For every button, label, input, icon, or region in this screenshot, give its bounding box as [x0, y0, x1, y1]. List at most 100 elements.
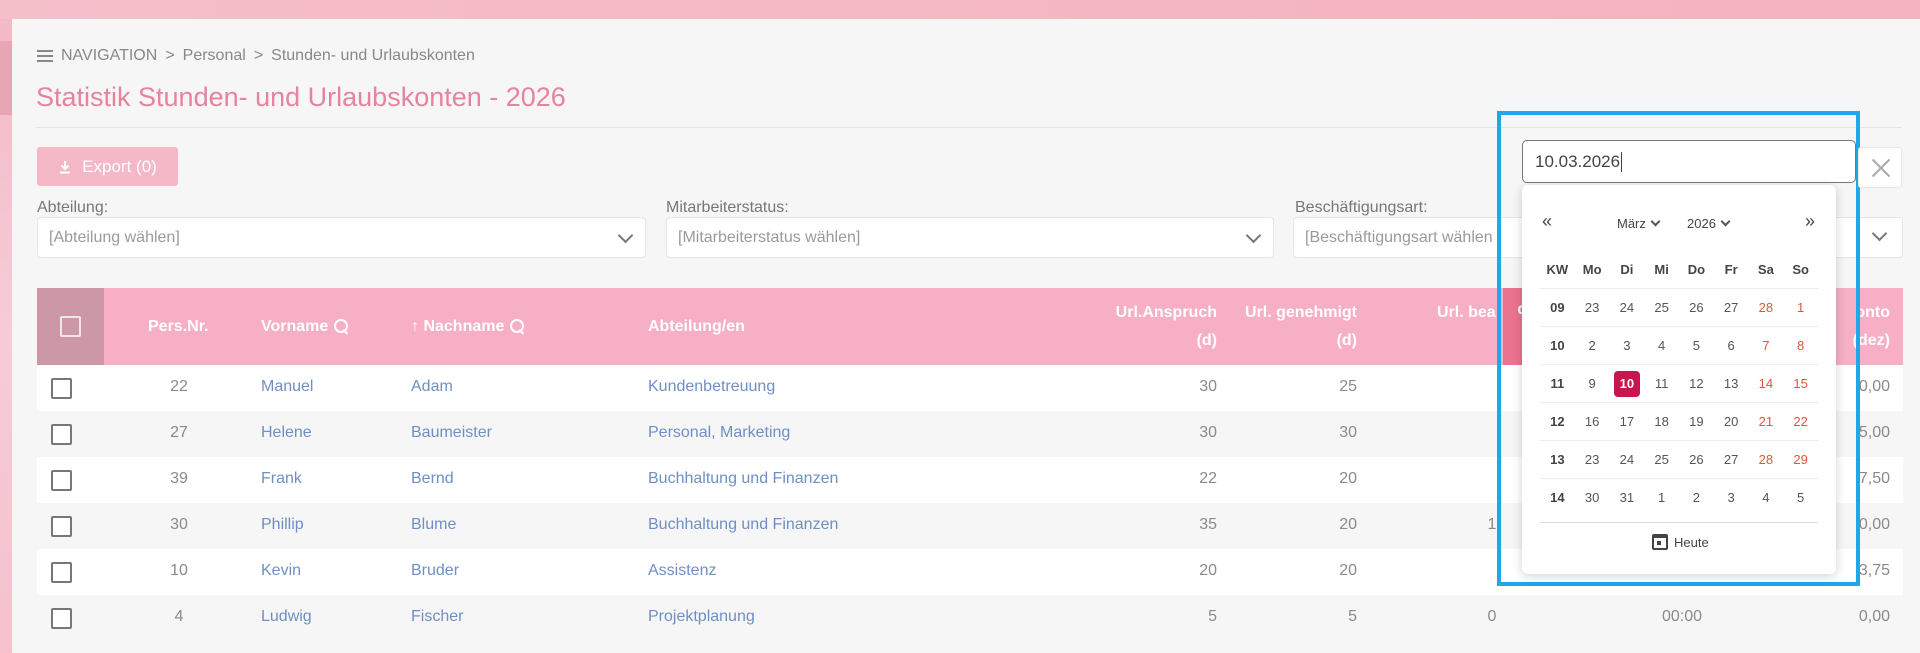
calendar-day[interactable]: 7: [1749, 338, 1784, 353]
select-all-checkbox[interactable]: [60, 316, 81, 337]
calendar-day[interactable]: 26: [1679, 452, 1714, 467]
calendar-day[interactable]: 5: [1679, 338, 1714, 353]
calendar-day[interactable]: 27: [1714, 452, 1749, 467]
calendar-day[interactable]: 3: [1714, 490, 1749, 505]
calendar-day[interactable]: 24: [1610, 300, 1645, 315]
cell-nachname[interactable]: Baumeister: [411, 424, 492, 442]
cell-url-genehmigt: 20: [1339, 516, 1357, 533]
calendar-day[interactable]: 14: [1749, 376, 1784, 391]
calendar-day[interactable]: 20: [1714, 414, 1749, 429]
header-abteilung[interactable]: Abteilung/en: [648, 288, 745, 365]
calendar-day[interactable]: 27: [1714, 300, 1749, 315]
header-nachname[interactable]: ↑ Nachname: [411, 288, 525, 365]
calendar-day[interactable]: 11: [1644, 376, 1679, 391]
weekday-label: Di: [1620, 261, 1634, 277]
cell-vorname[interactable]: Kevin: [261, 562, 301, 580]
calendar-day[interactable]: 28: [1749, 300, 1784, 315]
calendar-day[interactable]: 6: [1714, 338, 1749, 353]
calendar-day[interactable]: 30: [1575, 490, 1610, 505]
left-sidebar-strip[interactable]: [0, 19, 12, 653]
header-url-genehmigt[interactable]: Url. genehmigt (d): [1217, 288, 1357, 365]
calendar-day[interactable]: 22: [1783, 414, 1818, 429]
header-vorname[interactable]: Vorname: [261, 288, 349, 365]
calendar-day-selected[interactable]: 10: [1610, 370, 1645, 397]
date-input-value: 10.03.2026: [1535, 151, 1621, 171]
mitarbeiterstatus-select[interactable]: [Mitarbeiterstatus wählen]: [666, 217, 1274, 258]
cell-abteilung[interactable]: Buchhaltung und Finanzen: [648, 470, 838, 488]
calendar-day[interactable]: 25: [1644, 452, 1679, 467]
clear-date-button[interactable]: [1858, 147, 1902, 188]
cell-nachname[interactable]: Bernd: [411, 470, 454, 488]
cell-vorname[interactable]: Ludwig: [261, 608, 312, 626]
header-url-anspruch[interactable]: Url.Anspruch (d): [1077, 288, 1217, 365]
select-all-checkbox-cell[interactable]: [37, 288, 104, 365]
calendar-day[interactable]: 1: [1644, 490, 1679, 505]
calendar-day[interactable]: 12: [1679, 376, 1714, 391]
cell-vorname[interactable]: Phillip: [261, 516, 304, 534]
row-checkbox[interactable]: [51, 562, 72, 583]
next-month-button[interactable]: »: [1805, 211, 1815, 232]
breadcrumb-personal[interactable]: Personal: [183, 47, 246, 65]
month-select[interactable]: März: [1617, 216, 1661, 231]
header-persnr[interactable]: Pers.Nr.: [148, 288, 208, 365]
cell-abteilung[interactable]: Buchhaltung und Finanzen: [648, 516, 838, 534]
calendar-day[interactable]: 28: [1749, 452, 1784, 467]
row-checkbox[interactable]: [51, 424, 72, 445]
row-checkbox[interactable]: [51, 378, 72, 399]
calendar-day[interactable]: 26: [1679, 300, 1714, 315]
cell-abteilung[interactable]: Personal, Marketing: [648, 424, 790, 442]
calendar-day[interactable]: 23: [1575, 452, 1610, 467]
cell-nachname[interactable]: Bruder: [411, 562, 459, 580]
table-row[interactable]: 4 Ludwig Fischer Projektplanung 5 5 0 00:00 0,00: [37, 595, 1903, 641]
cell-vorname[interactable]: Frank: [261, 470, 302, 488]
cell-nachname[interactable]: Adam: [411, 378, 453, 396]
calendar-day[interactable]: 17: [1610, 414, 1645, 429]
abteilung-label: Abteilung:: [37, 199, 109, 216]
cell-vorname[interactable]: Helene: [261, 424, 312, 442]
cell-url-anspruch: 20: [1199, 562, 1217, 579]
calendar-day[interactable]: 2: [1679, 490, 1714, 505]
calendar-day[interactable]: 23: [1575, 300, 1610, 315]
calendar-day[interactable]: 4: [1644, 338, 1679, 353]
calendar-day[interactable]: 29: [1783, 452, 1818, 467]
calendar-day[interactable]: 18: [1644, 414, 1679, 429]
calendar-day[interactable]: 16: [1575, 414, 1610, 429]
calendar-day[interactable]: 19: [1679, 414, 1714, 429]
calendar-day[interactable]: 8: [1783, 338, 1818, 353]
date-input[interactable]: 10.03.2026: [1522, 140, 1856, 183]
calendar-day[interactable]: 4: [1749, 490, 1784, 505]
row-checkbox[interactable]: [51, 470, 72, 491]
calendar-day[interactable]: 1: [1783, 300, 1818, 315]
prev-month-button[interactable]: «: [1542, 211, 1552, 232]
row-checkbox[interactable]: [51, 516, 72, 537]
cell-abteilung[interactable]: Kundenbetreuung: [648, 378, 775, 396]
cell-vorname[interactable]: Manuel: [261, 378, 313, 396]
calendar-day[interactable]: 25: [1644, 300, 1679, 315]
year-select[interactable]: 2026: [1687, 216, 1731, 231]
calendar-day[interactable]: 13: [1714, 376, 1749, 391]
export-button[interactable]: Export (0): [37, 147, 178, 186]
cell-abteilung[interactable]: Assistenz: [648, 562, 716, 580]
calendar-day[interactable]: 21: [1749, 414, 1784, 429]
calendar-day[interactable]: 24: [1610, 452, 1645, 467]
search-icon[interactable]: [510, 319, 525, 334]
calendar-day[interactable]: 9: [1575, 376, 1610, 391]
beschaeftigungsart-label: Beschäftigungsart:: [1295, 199, 1428, 216]
calendar-day[interactable]: 15: [1783, 376, 1818, 391]
calendar-day[interactable]: 31: [1610, 490, 1645, 505]
header-url-beantragt[interactable]: Url. bea: [1437, 288, 1496, 338]
today-button[interactable]: Heute: [1652, 534, 1709, 550]
calendar-day[interactable]: 2: [1575, 338, 1610, 353]
cell-nachname[interactable]: Blume: [411, 516, 456, 534]
search-icon[interactable]: [334, 319, 349, 334]
breadcrumb-navigation[interactable]: NAVIGATION: [61, 47, 157, 65]
calendar-day[interactable]: 3: [1610, 338, 1645, 353]
cell-nachname[interactable]: Fischer: [411, 608, 463, 626]
calendar-day[interactable]: 5: [1783, 490, 1818, 505]
row-checkbox[interactable]: [51, 608, 72, 629]
cell-konto: 0,00: [1858, 608, 1890, 625]
abteilung-select[interactable]: [Abteilung wählen]: [37, 217, 646, 258]
cell-abteilung[interactable]: Projektplanung: [648, 608, 755, 626]
sidebar-active-block[interactable]: [0, 41, 12, 115]
hamburger-icon[interactable]: [37, 50, 53, 62]
